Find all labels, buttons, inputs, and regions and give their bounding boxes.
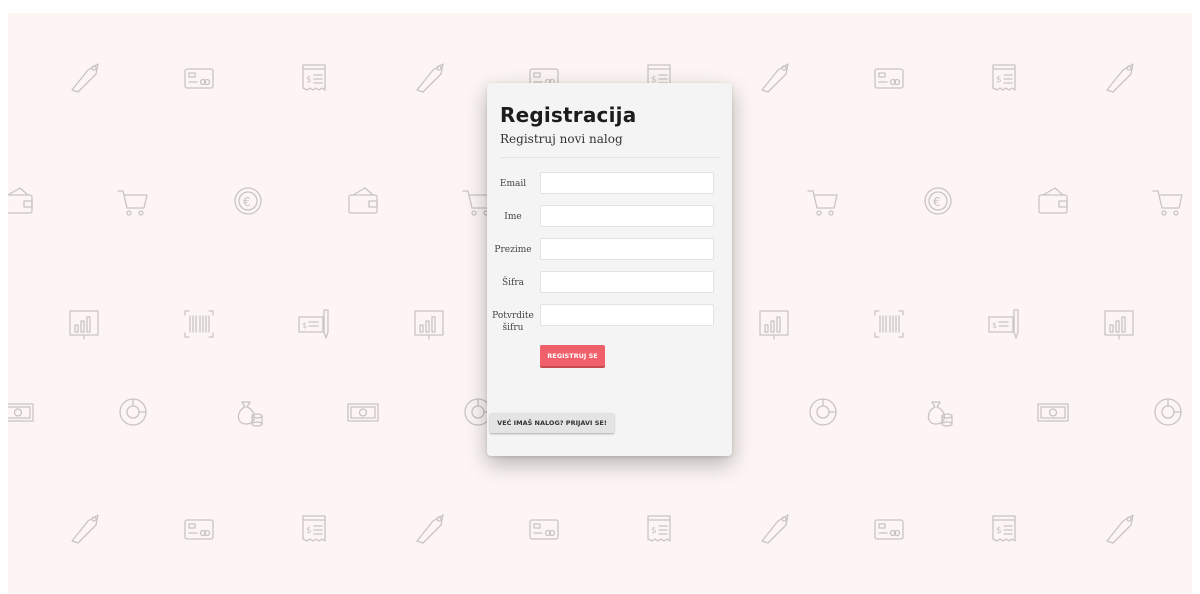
credit-card-icon	[526, 511, 562, 547]
first-name-label: Ime	[504, 212, 522, 222]
money-bag-icon	[230, 394, 266, 430]
svg-text:$: $	[651, 526, 657, 536]
wallet-icon	[1035, 183, 1071, 219]
banknote-icon	[1035, 394, 1071, 430]
cart-icon	[805, 183, 841, 219]
tag-icon	[1101, 60, 1137, 96]
presentation-chart-icon	[411, 306, 447, 342]
tag-icon	[66, 60, 102, 96]
svg-text:$: $	[992, 321, 997, 330]
euro-coin-icon: €	[920, 183, 956, 219]
first-name-row: Ime	[487, 205, 732, 229]
receipt-icon: $	[296, 60, 332, 96]
registration-card: Registracija Registruj novi nalog Email …	[487, 83, 732, 456]
svg-text:$: $	[302, 321, 307, 330]
email-label: Email	[499, 179, 527, 189]
svg-text:$: $	[306, 526, 312, 536]
confirm-password-row: Potvrdite šifru	[487, 304, 732, 333]
presentation-chart-icon	[756, 306, 792, 342]
svg-text:$: $	[996, 75, 1002, 85]
cheque-icon: $	[986, 306, 1022, 342]
presentation-chart-icon	[66, 306, 102, 342]
tag-icon	[756, 60, 792, 96]
cart-icon	[115, 183, 151, 219]
barcode-icon	[181, 306, 217, 342]
last-name-row: Prezime	[487, 238, 732, 262]
barcode-icon	[871, 306, 907, 342]
divider	[500, 157, 720, 158]
password-row: Šifra	[487, 271, 732, 295]
last-name-field[interactable]	[540, 238, 714, 260]
svg-text:$: $	[306, 75, 312, 85]
presentation-chart-icon	[1101, 306, 1137, 342]
page-subtitle: Registruj novi nalog	[500, 132, 623, 146]
confirm-password-field[interactable]	[540, 304, 714, 326]
donut-chart-icon	[1150, 394, 1186, 430]
credit-card-icon	[871, 511, 907, 547]
tag-icon	[411, 511, 447, 547]
credit-card-icon	[181, 60, 217, 96]
last-name-label: Prezime	[494, 245, 532, 255]
donut-chart-icon	[115, 394, 151, 430]
receipt-icon: $	[296, 511, 332, 547]
euro-coin-icon: €	[230, 183, 266, 219]
password-label: Šifra	[501, 278, 525, 288]
confirm-password-label: Potvrdite šifru	[492, 311, 534, 333]
svg-text:$: $	[996, 526, 1002, 536]
credit-card-icon	[181, 511, 217, 547]
email-field[interactable]	[540, 172, 714, 194]
banknote-icon	[8, 394, 36, 430]
tag-icon	[66, 511, 102, 547]
email-row: Email	[487, 172, 732, 196]
tag-icon	[1101, 511, 1137, 547]
page-title: Registracija	[500, 103, 637, 127]
svg-text:€: €	[243, 195, 251, 209]
tag-icon	[756, 511, 792, 547]
banknote-icon	[345, 394, 381, 430]
cart-icon	[1150, 183, 1186, 219]
wallet-icon	[345, 183, 381, 219]
donut-chart-icon	[805, 394, 841, 430]
wallet-icon	[8, 183, 36, 219]
password-field[interactable]	[540, 271, 714, 293]
svg-text:€: €	[933, 195, 941, 209]
cheque-icon: $	[296, 306, 332, 342]
receipt-icon: $	[641, 511, 677, 547]
tag-icon	[411, 60, 447, 96]
register-button[interactable]: REGISTRUJ SE	[540, 345, 605, 366]
login-link-button[interactable]: VEĆ IMAŠ NALOG? PRIJAVI SE!	[490, 413, 614, 433]
credit-card-icon	[871, 60, 907, 96]
receipt-icon: $	[986, 60, 1022, 96]
first-name-field[interactable]	[540, 205, 714, 227]
receipt-icon: $	[986, 511, 1022, 547]
money-bag-icon	[920, 394, 956, 430]
